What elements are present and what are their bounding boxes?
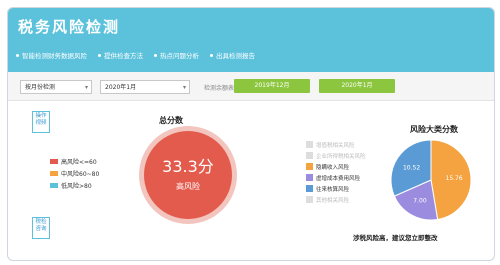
- feature-nav: 智能检测财务数据风险 提供检查方法 热点问题分析 出具检测报告: [16, 50, 255, 60]
- pie-slice-value: 15.76: [446, 175, 463, 182]
- month-select[interactable]: 2020年1月 ▾: [100, 80, 190, 94]
- nav-item-smart-detect[interactable]: 智能检测财务数据风险: [16, 50, 87, 60]
- start-month-button[interactable]: 2019年12月: [234, 79, 310, 93]
- balance-sheet-label: 检测余额表:: [204, 85, 237, 92]
- nav-item-report[interactable]: 出具检测报告: [210, 50, 255, 60]
- category-item[interactable]: 企业所得税相关风险: [306, 150, 366, 161]
- consult-button[interactable]: 税检 咨询: [32, 217, 50, 239]
- category-item[interactable]: 往来核算风险: [306, 183, 366, 194]
- bullet-icon: [16, 53, 19, 57]
- header-banner: 税务风险检测 智能检测财务数据风险 提供检查方法 热点问题分析 出具检测报告: [8, 8, 494, 72]
- legend-swatch: [306, 174, 313, 181]
- total-score-circle: 33.3分 高风险: [144, 131, 232, 219]
- category-legend: 增值税相关风险 企业所得税相关风险 隐瞒收入风险 虚增成本费用风险 往来核算风险…: [306, 139, 366, 205]
- select-value: 按月份检测: [25, 84, 56, 91]
- legend-item: 低风险>80: [50, 181, 99, 190]
- result-panel: 操作 视频 税检 咨询 高风险<=60 中风险60~80 低风险>80 总分数 …: [8, 101, 494, 260]
- bullet-icon: [98, 53, 101, 57]
- category-item[interactable]: 其他相关风险: [306, 194, 366, 205]
- legend-swatch: [306, 185, 313, 192]
- risk-level-legend: 高风险<=60 中风险60~80 低风险>80: [50, 157, 99, 193]
- filter-toolbar: 按月份检测 ▾ 2020年1月 ▾ 检测余额表: 2019年12月 2020年1月: [8, 72, 494, 101]
- pie-slice-value: 10.52: [403, 164, 420, 171]
- nav-item-label: 提供检查方法: [104, 52, 143, 60]
- period-mode-select[interactable]: 按月份检测 ▾: [20, 80, 92, 94]
- nav-item-methods[interactable]: 提供检查方法: [98, 50, 143, 60]
- legend-swatch: [306, 152, 313, 159]
- category-label: 增值税相关风险: [316, 142, 355, 149]
- chevron-down-icon: ▾: [182, 84, 186, 91]
- legend-label: 低风险>80: [61, 183, 92, 190]
- total-score-value: 33.3分: [162, 157, 214, 176]
- total-score-title: 总分数: [159, 116, 183, 125]
- legend-swatch: [50, 171, 58, 176]
- legend-item: 高风险<=60: [50, 157, 99, 166]
- nav-item-hot-issues[interactable]: 热点问题分析: [154, 50, 199, 60]
- pie-slice-value: 7.00: [413, 197, 427, 204]
- select-value: 2020年1月: [105, 84, 137, 91]
- category-label: 企业所得税相关风险: [316, 153, 366, 160]
- legend-swatch: [50, 159, 58, 164]
- legend-swatch: [306, 163, 313, 170]
- chevron-down-icon: ▾: [84, 84, 88, 91]
- category-item[interactable]: 增值税相关风险: [306, 139, 366, 150]
- legend-item: 中风险60~80: [50, 169, 99, 178]
- nav-item-label: 智能检测财务数据风险: [22, 52, 87, 60]
- category-label: 虚增成本费用风险: [316, 175, 361, 182]
- nav-item-label: 热点问题分析: [160, 52, 199, 60]
- legend-label: 中风险60~80: [61, 171, 100, 178]
- bullet-icon: [210, 53, 213, 57]
- category-score-title: 风险大类分数: [410, 125, 458, 134]
- nav-item-label: 出具检测报告: [216, 52, 255, 60]
- end-month-button[interactable]: 2020年1月: [319, 79, 395, 93]
- category-pie-chart: 15.76 7.00 10.52: [390, 139, 472, 221]
- legend-label: 高风险<=60: [61, 159, 97, 166]
- risk-level-text: 高风险: [176, 182, 200, 191]
- legend-swatch: [306, 196, 313, 203]
- tutorial-video-button[interactable]: 操作 视频: [32, 111, 50, 133]
- category-item[interactable]: 虚增成本费用风险: [306, 172, 366, 183]
- category-label: 往来核算风险: [316, 186, 350, 193]
- category-label: 隐瞒收入风险: [316, 164, 350, 171]
- category-label: 其他相关风险: [316, 197, 350, 204]
- advice-text: 涉税风险高，建议您立即整改: [353, 234, 438, 242]
- legend-swatch: [306, 141, 313, 148]
- legend-swatch: [50, 183, 58, 188]
- page-title: 税务风险检测: [18, 18, 121, 36]
- category-item[interactable]: 隐瞒收入风险: [306, 161, 366, 172]
- app-window: 税务风险检测 智能检测财务数据风险 提供检查方法 热点问题分析 出具检测报告 按…: [7, 7, 495, 261]
- bullet-icon: [154, 53, 157, 57]
